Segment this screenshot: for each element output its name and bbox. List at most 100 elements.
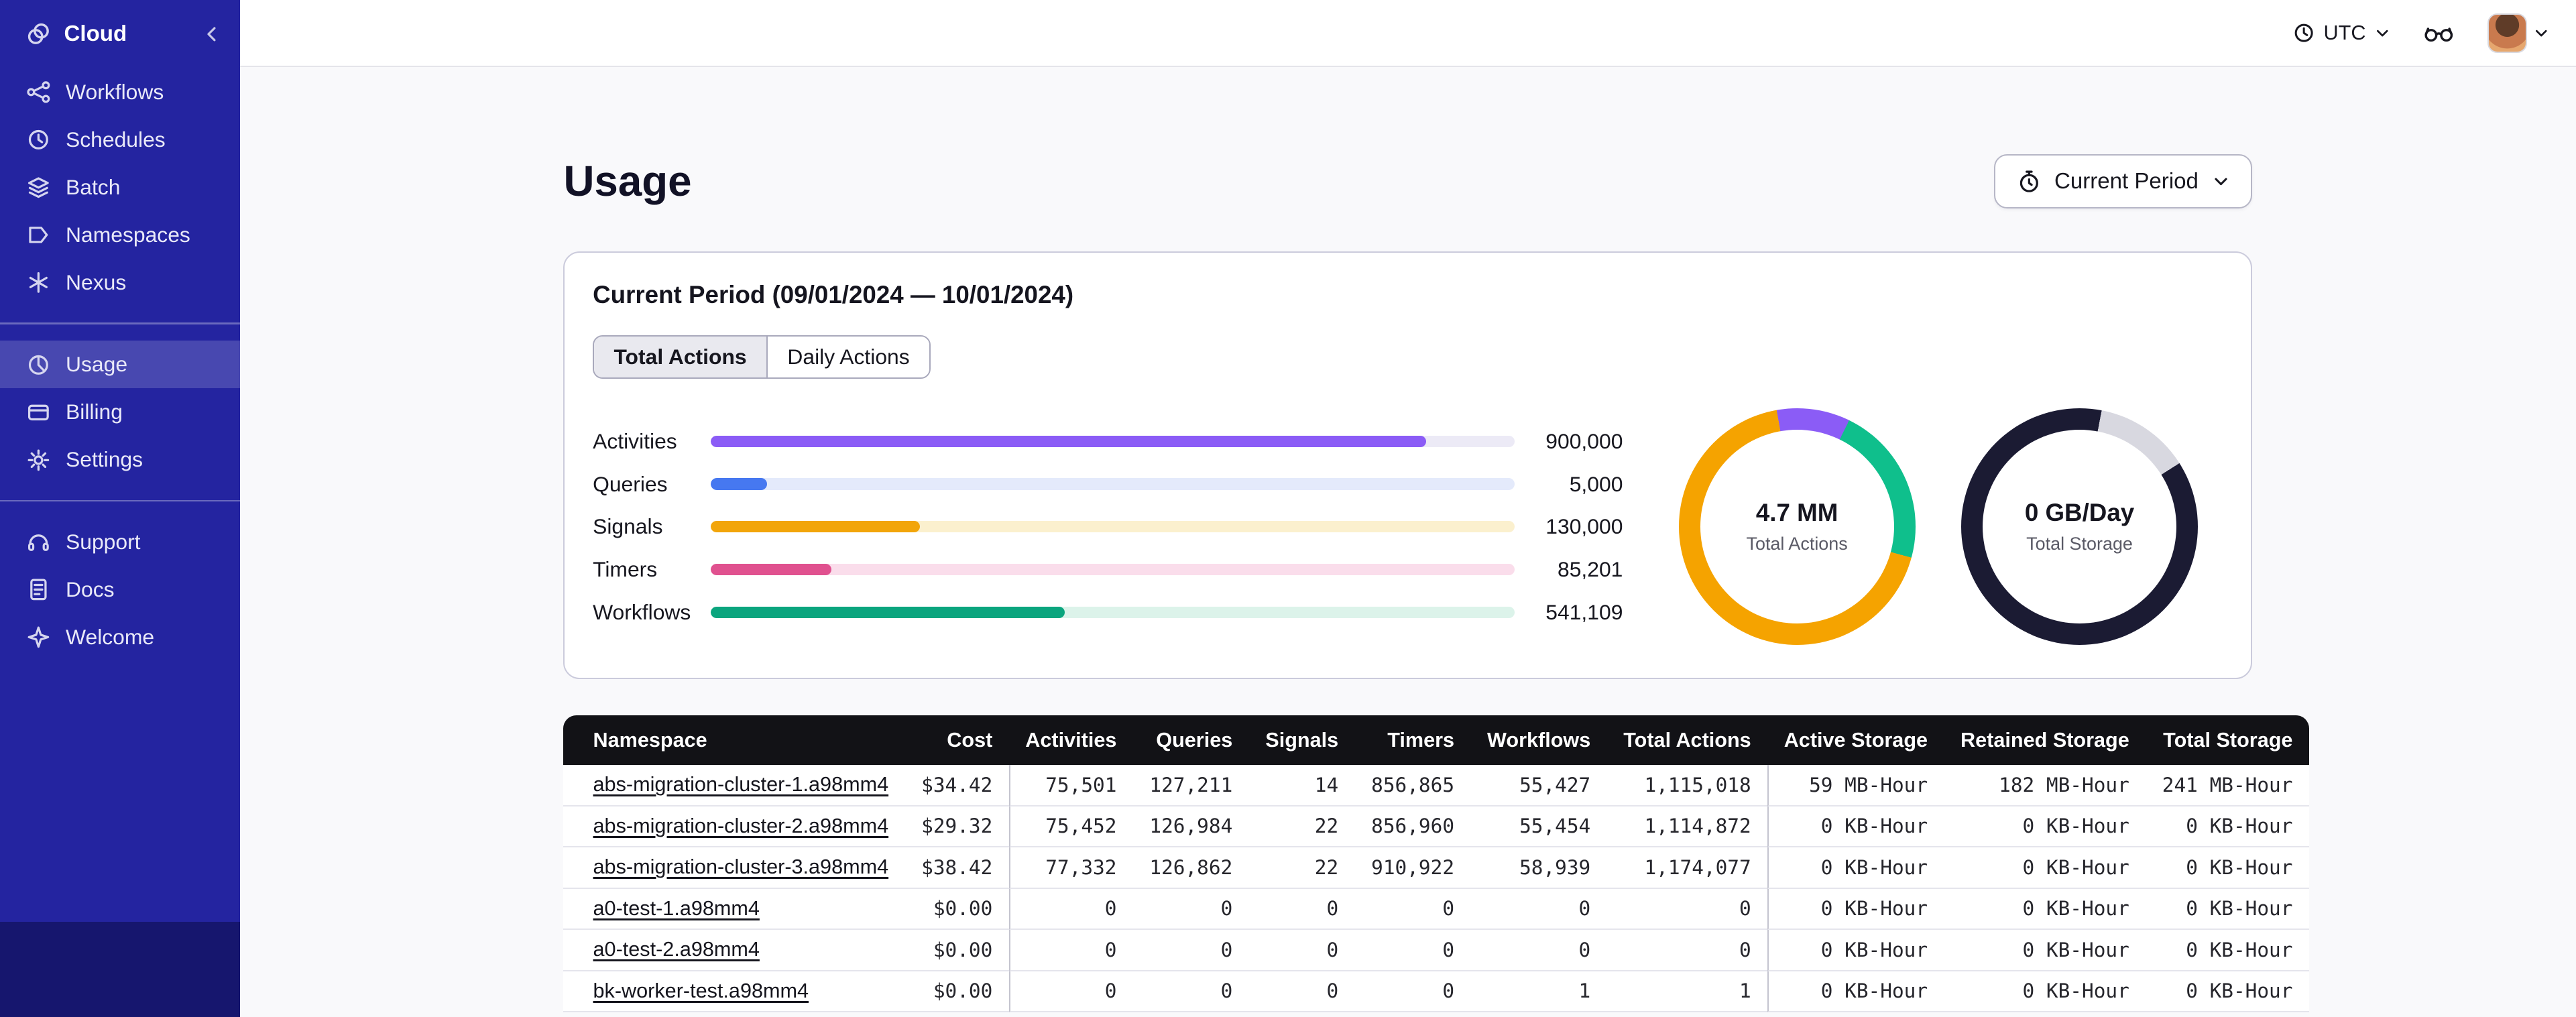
sidebar-item-settings[interactable]: Settings xyxy=(0,436,240,483)
cell-timers: 856,865 xyxy=(1354,765,1471,806)
table-row: abs-migration-cluster-3.a98mm4 $38.42 77… xyxy=(563,847,2309,889)
sidebar-item-label: Namespaces xyxy=(66,222,190,247)
sidebar-item-usage[interactable]: Usage xyxy=(0,341,240,389)
sidebar-item-workflows[interactable]: Workflows xyxy=(0,68,240,116)
table-row: bk-worker-test.a98mm4 $0.00 0 0 0 0 1 1 … xyxy=(563,971,2309,1013)
sidebar-nav-primary: Workflows Schedules Batch Namespaces Nex… xyxy=(0,68,240,306)
cell-total-storage: 0 KB-Hour xyxy=(2146,971,2309,1013)
tab-daily-actions[interactable]: Daily Actions xyxy=(766,336,930,378)
cell-signals: 14 xyxy=(1248,765,1355,806)
cell-signals: 0 xyxy=(1248,930,1355,971)
cell-queries: 126,862 xyxy=(1132,847,1249,889)
table-row: abs-migration-cluster-2.a98mm4 $29.32 75… xyxy=(563,806,2309,848)
cell-total-storage: 0 KB-Hour xyxy=(2146,847,2309,889)
sidebar-item-namespaces[interactable]: Namespaces xyxy=(0,211,240,259)
sidebar-item-billing[interactable]: Billing xyxy=(0,388,240,436)
bar-fill xyxy=(711,563,832,575)
total-actions-value: 4.7 MM xyxy=(1755,499,1838,527)
table-header-row: Namespace Cost Activities Queries Signal… xyxy=(563,715,2309,766)
sidebar-item-support[interactable]: Support xyxy=(0,518,240,566)
cell-total-actions: 1 xyxy=(1606,971,1768,1013)
bar-value: 900,000 xyxy=(1545,428,1623,453)
cell-total-storage: 241 MB-Hour xyxy=(2146,765,2309,806)
sidebar-collapse-button[interactable] xyxy=(202,23,223,45)
table-row: abs-migration-cluster-1.a98mm4 $34.42 75… xyxy=(563,765,2309,806)
user-avatar xyxy=(2487,13,2527,53)
sidebar-logo-row[interactable]: Cloud xyxy=(0,0,240,62)
sidebar-item-welcome[interactable]: Welcome xyxy=(0,613,240,661)
sidebar-nav-account: Usage Billing Settings xyxy=(0,341,240,483)
bar-row-queries: Queries 5,000 xyxy=(593,463,1623,505)
namespace-link[interactable]: abs-migration-cluster-1.a98mm4 xyxy=(593,773,889,796)
docs-icon xyxy=(26,577,51,602)
cell-cost: $34.42 xyxy=(904,765,1009,806)
cell-namespace: bk-worker-test.a98mm4 xyxy=(563,971,905,1013)
bar-fill xyxy=(711,435,1426,447)
sidebar-item-nexus[interactable]: Nexus xyxy=(0,259,240,306)
sidebar-item-label: Welcome xyxy=(66,625,155,650)
sidebar-item-docs[interactable]: Docs xyxy=(0,566,240,613)
bar-track xyxy=(711,606,1515,618)
bar-value: 85,201 xyxy=(1558,556,1623,581)
timezone-selector[interactable]: UTC xyxy=(2292,21,2390,45)
namespace-link[interactable]: bk-worker-test.a98mm4 xyxy=(593,979,809,1002)
cell-queries: 127,211 xyxy=(1132,765,1249,806)
clock-icon xyxy=(2292,21,2315,44)
cell-active-storage: 0 KB-Hour xyxy=(1767,971,1944,1013)
billing-icon xyxy=(26,400,51,425)
cell-total-storage: 0 KB-Hour xyxy=(2146,806,2309,848)
bar-track xyxy=(711,521,1515,533)
cell-active-storage: 0 KB-Hour xyxy=(1767,930,1944,971)
column-header-total-actions: Total Actions xyxy=(1606,715,1768,766)
namespace-usage-table: Namespace Cost Activities Queries Signal… xyxy=(563,715,2309,1013)
glasses-icon[interactable] xyxy=(2423,22,2455,44)
sidebar-item-batch[interactable]: Batch xyxy=(0,164,240,211)
cell-queries: 0 xyxy=(1132,971,1249,1013)
cell-workflows: 58,939 xyxy=(1470,847,1607,889)
app-window: Cloud Workflows Schedules Batch Namespac… xyxy=(0,0,2576,1017)
sidebar-item-label: Support xyxy=(66,529,141,554)
sidebar-item-label: Schedules xyxy=(66,127,166,152)
nexus-icon xyxy=(26,270,51,295)
cell-workflows: 55,454 xyxy=(1470,806,1607,848)
bar-label: Queries xyxy=(593,471,668,496)
sidebar-item-label: Billing xyxy=(66,400,123,424)
period-selector-button[interactable]: Current Period xyxy=(1993,154,2253,209)
cell-activities: 75,452 xyxy=(1008,806,1133,848)
bar-track xyxy=(711,478,1515,490)
tab-total-actions[interactable]: Total Actions xyxy=(594,336,766,378)
total-actions-caption: Total Actions xyxy=(1746,534,1848,554)
cell-retained-storage: 0 KB-Hour xyxy=(1944,930,2146,971)
sidebar-nav-help: Support Docs Welcome xyxy=(0,518,240,661)
namespace-link[interactable]: abs-migration-cluster-2.a98mm4 xyxy=(593,815,889,837)
period-selector-label: Current Period xyxy=(2054,168,2199,194)
temporal-logo-icon xyxy=(26,21,51,46)
cell-total-actions: 1,114,872 xyxy=(1606,806,1768,848)
cell-total-actions: 1,174,077 xyxy=(1606,847,1768,889)
cell-activities: 0 xyxy=(1008,971,1133,1013)
bar-track xyxy=(711,435,1515,447)
support-icon xyxy=(26,530,51,554)
sidebar-item-schedules[interactable]: Schedules xyxy=(0,116,240,164)
account-menu[interactable] xyxy=(2487,13,2550,53)
stopwatch-icon xyxy=(2017,169,2042,194)
cell-cost: $38.42 xyxy=(904,847,1009,889)
sidebar-item-label: Settings xyxy=(66,447,143,472)
namespace-link[interactable]: a0-test-1.a98mm4 xyxy=(593,897,760,920)
cell-timers: 0 xyxy=(1354,930,1471,971)
cell-namespace: abs-migration-cluster-1.a98mm4 xyxy=(563,765,905,806)
donut-center: 4.7 MM Total Actions xyxy=(1700,430,1894,624)
donut-center: 0 GB/Day Total Storage xyxy=(1982,430,2177,624)
bar-label: Workflows xyxy=(593,599,691,624)
cell-total-actions: 1,115,018 xyxy=(1606,765,1768,806)
namespace-link[interactable]: a0-test-2.a98mm4 xyxy=(593,938,760,961)
cell-workflows: 0 xyxy=(1470,930,1607,971)
sidebar-item-label: Usage xyxy=(66,352,128,377)
page-title: Usage xyxy=(563,158,692,206)
sidebar: Cloud Workflows Schedules Batch Namespac… xyxy=(0,0,240,1017)
total-storage-value: 0 GB/Day xyxy=(2024,499,2135,527)
namespace-link[interactable]: abs-migration-cluster-3.a98mm4 xyxy=(593,855,889,878)
workflows-icon xyxy=(26,80,51,105)
column-header-timers: Timers xyxy=(1354,715,1471,766)
batch-icon xyxy=(26,175,51,200)
